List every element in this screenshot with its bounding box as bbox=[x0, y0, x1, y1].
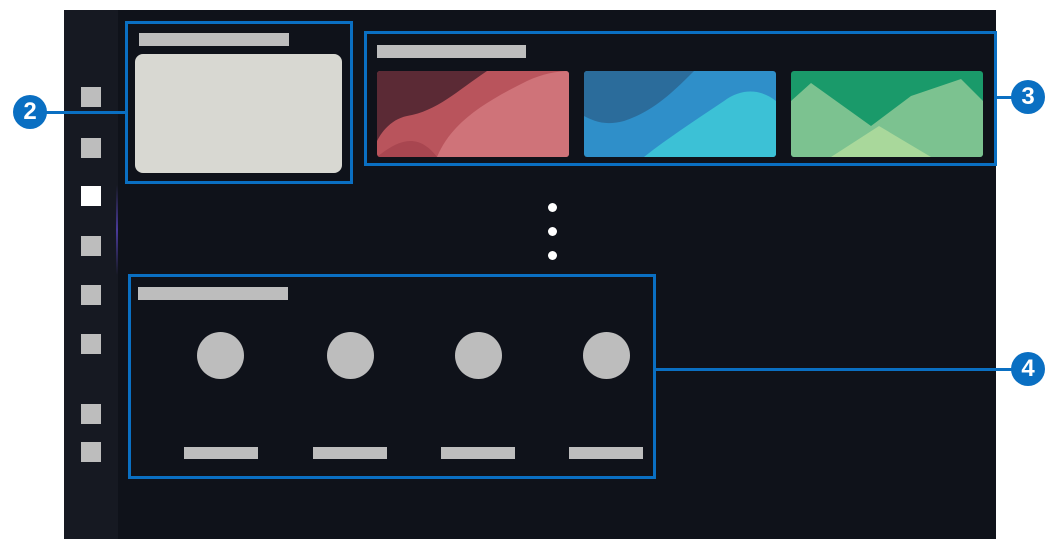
sidebar-item-3-selected[interactable] bbox=[81, 186, 101, 206]
featured-tile-green[interactable] bbox=[791, 71, 983, 157]
featured-tile-blue[interactable] bbox=[584, 71, 776, 157]
more-indicator-dot bbox=[548, 227, 557, 236]
sidebar-item-4[interactable] bbox=[81, 236, 101, 256]
callout-line-4 bbox=[655, 368, 1025, 371]
blue-tile-art bbox=[584, 71, 776, 157]
app-icon-1[interactable] bbox=[197, 332, 244, 379]
recent-preview-card[interactable] bbox=[135, 54, 342, 173]
app-icon-2[interactable] bbox=[327, 332, 374, 379]
sidebar-item-5[interactable] bbox=[81, 285, 101, 305]
callout-badge-3: 3 bbox=[1011, 80, 1045, 114]
sidebar-item-2[interactable] bbox=[81, 138, 101, 158]
callout-line-2 bbox=[40, 111, 126, 114]
app-label-placeholder-4 bbox=[569, 447, 643, 459]
app-icon-3[interactable] bbox=[455, 332, 502, 379]
app-label-placeholder-3 bbox=[441, 447, 515, 459]
featured-section-title-placeholder bbox=[377, 45, 526, 58]
sidebar-item-1[interactable] bbox=[81, 87, 101, 107]
more-indicator-dot bbox=[548, 203, 557, 212]
app-label-placeholder-1 bbox=[184, 447, 258, 459]
callout-badge-4: 4 bbox=[1011, 352, 1045, 386]
green-tile-art bbox=[791, 71, 983, 157]
red-tile-art bbox=[377, 71, 569, 157]
featured-tile-red[interactable] bbox=[377, 71, 569, 157]
callout-badge-2: 2 bbox=[13, 95, 47, 129]
apps-section-title-placeholder bbox=[138, 287, 288, 300]
sidebar-item-7[interactable] bbox=[81, 404, 101, 424]
app-icon-4[interactable] bbox=[583, 332, 630, 379]
sidebar-item-8[interactable] bbox=[81, 442, 101, 462]
sidebar-focus-glow bbox=[116, 185, 118, 275]
more-indicator-dot bbox=[548, 251, 557, 260]
app-label-placeholder-2 bbox=[313, 447, 387, 459]
recent-section-title-placeholder bbox=[139, 33, 289, 46]
sidebar-item-6[interactable] bbox=[81, 334, 101, 354]
